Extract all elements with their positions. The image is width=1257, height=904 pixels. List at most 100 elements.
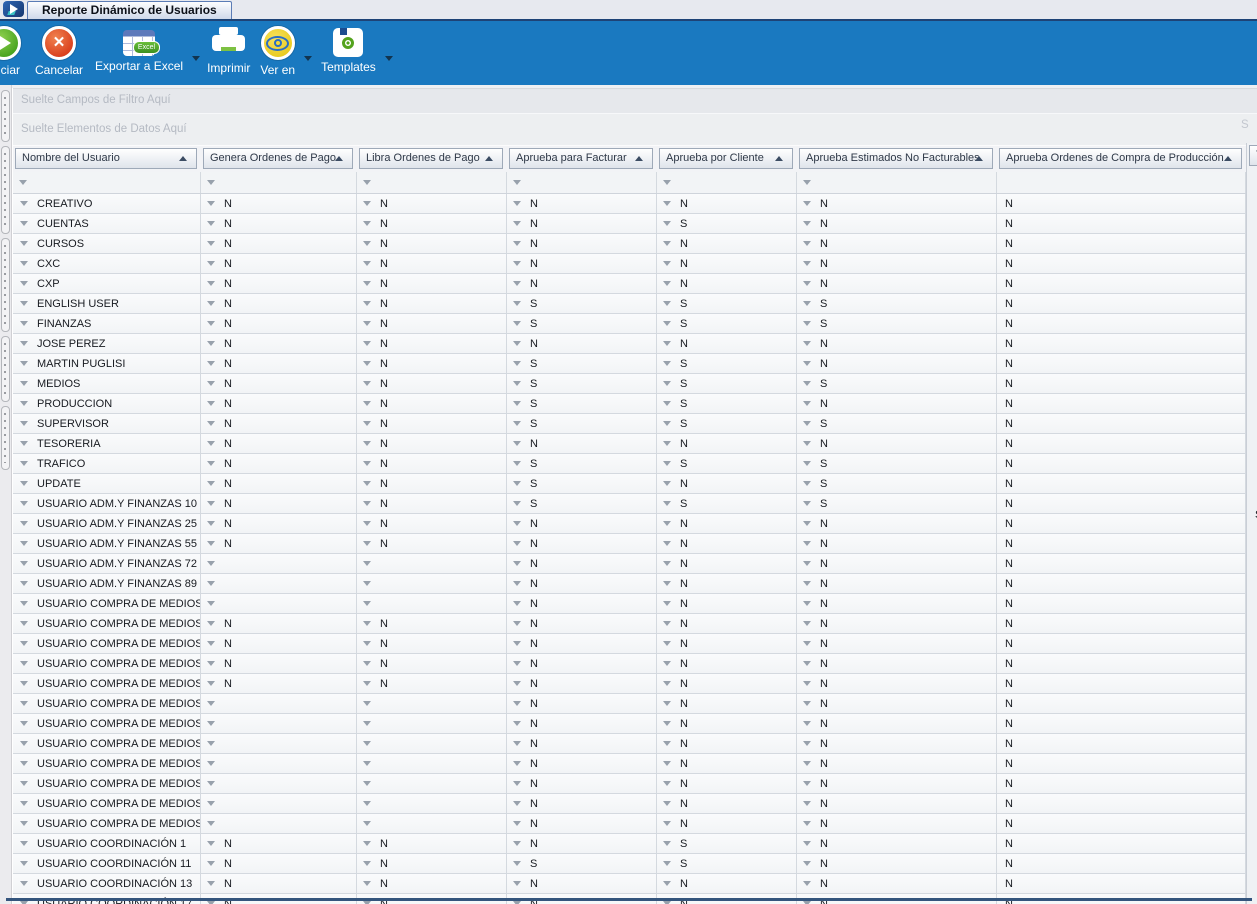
table-row[interactable]: USUARIO COMPRA DE MEDIOS 61NNNNNN <box>13 674 1257 694</box>
cell-dropdown-icon[interactable] <box>803 621 811 626</box>
cell-dropdown-icon[interactable] <box>363 541 371 546</box>
cell-dropdown-icon[interactable] <box>363 381 371 386</box>
column-header-genera-ordenes-de-pago[interactable]: Genera Ordenes de Pago <box>203 148 353 169</box>
collapsed-panel-tab[interactable] <box>1 336 10 402</box>
cell-dropdown-icon[interactable] <box>207 661 215 666</box>
cell-dropdown-icon[interactable] <box>803 781 811 786</box>
table-row[interactable]: USUARIO COMPRA DE MEDIOS 87NNNN <box>13 734 1257 754</box>
cell-dropdown-icon[interactable] <box>363 401 371 406</box>
cell-dropdown-icon[interactable] <box>207 261 215 266</box>
cell-dropdown-icon[interactable] <box>207 601 215 606</box>
cell-dropdown-icon[interactable] <box>803 561 811 566</box>
table-row[interactable]: TRAFICONNSSSN <box>13 454 1257 474</box>
cell-dropdown-icon[interactable] <box>207 481 215 486</box>
cell-dropdown-icon[interactable] <box>513 241 521 246</box>
cell-dropdown-icon[interactable] <box>20 721 28 726</box>
cell-dropdown-icon[interactable] <box>20 601 28 606</box>
collapsed-panel-tab[interactable] <box>1 238 10 332</box>
cell-dropdown-icon[interactable] <box>803 701 811 706</box>
cell-dropdown-icon[interactable] <box>803 361 811 366</box>
table-row[interactable]: CXCNNNNNN <box>13 254 1257 274</box>
cell-dropdown-icon[interactable] <box>363 481 371 486</box>
cell-dropdown-icon[interactable] <box>663 881 671 886</box>
cell-dropdown-icon[interactable] <box>513 761 521 766</box>
cell-dropdown-icon[interactable] <box>20 701 28 706</box>
cell-dropdown-icon[interactable] <box>513 341 521 346</box>
cell-dropdown-icon[interactable] <box>663 581 671 586</box>
cell-dropdown-icon[interactable] <box>20 541 28 546</box>
cell-dropdown-icon[interactable] <box>513 481 521 486</box>
cell-dropdown-icon[interactable] <box>207 401 215 406</box>
cell-dropdown-icon[interactable] <box>363 221 371 226</box>
cell-dropdown-icon[interactable] <box>20 201 28 206</box>
column-header-aprueba-por-cliente[interactable]: Aprueba por Cliente <box>659 148 793 169</box>
templates-button[interactable]: Templates <box>318 26 379 74</box>
cell-dropdown-icon[interactable] <box>207 581 215 586</box>
cell-dropdown-icon[interactable] <box>803 641 811 646</box>
exportar-a-excel-button[interactable]: Exportar a Excel <box>92 26 186 73</box>
cell-dropdown-icon[interactable] <box>20 661 28 666</box>
table-row[interactable]: USUARIO COORDINACIÓN 11NNSSNN <box>13 854 1257 874</box>
table-row[interactable]: USUARIO COORDINACIÓN 13NNNNNN <box>13 874 1257 894</box>
cell-dropdown-icon[interactable] <box>20 581 28 586</box>
cell-dropdown-icon[interactable] <box>20 781 28 786</box>
filter-dropdown-icon[interactable] <box>19 180 27 185</box>
iniciar-button[interactable]: Iniciar <box>0 26 24 77</box>
table-row[interactable]: CURSOSNNNNNN <box>13 234 1257 254</box>
table-row[interactable]: USUARIO COMPRA DE MEDIOS 31NNNNNN <box>13 614 1257 634</box>
cell-dropdown-icon[interactable] <box>513 561 521 566</box>
cell-dropdown-icon[interactable] <box>363 801 371 806</box>
table-row[interactable]: USUARIO COMPRA DE MEDIOS 91NNNN <box>13 774 1257 794</box>
cell-dropdown-icon[interactable] <box>363 301 371 306</box>
cell-dropdown-icon[interactable] <box>207 781 215 786</box>
cell-dropdown-icon[interactable] <box>207 441 215 446</box>
column-header-aprueba-para-facturar[interactable]: Aprueba para Facturar <box>509 148 653 169</box>
column-header-nombre-del-usuario[interactable]: Nombre del Usuario <box>15 148 197 169</box>
cell-dropdown-icon[interactable] <box>803 581 811 586</box>
cell-dropdown-icon[interactable] <box>20 281 28 286</box>
cell-dropdown-icon[interactable] <box>663 801 671 806</box>
column-header-aprueba-estimados-no-facturables[interactable]: Aprueba Estimados No Facturables <box>799 148 993 169</box>
table-row[interactable]: FINANZASNNSSSN <box>13 314 1257 334</box>
cell-dropdown-icon[interactable] <box>363 601 371 606</box>
cell-dropdown-icon[interactable] <box>513 721 521 726</box>
cell-dropdown-icon[interactable] <box>663 621 671 626</box>
table-row[interactable]: USUARIO ADM.Y FINANZAS 89NNNN <box>13 574 1257 594</box>
cell-dropdown-icon[interactable] <box>513 681 521 686</box>
cell-dropdown-icon[interactable] <box>513 601 521 606</box>
cell-dropdown-icon[interactable] <box>207 201 215 206</box>
cell-dropdown-icon[interactable] <box>663 321 671 326</box>
table-row[interactable]: JOSE PEREZNNNNNN <box>13 334 1257 354</box>
table-row[interactable]: USUARIO COMPRA DE MEDIOS 88NNNN <box>13 754 1257 774</box>
cell-dropdown-icon[interactable] <box>513 201 521 206</box>
cell-dropdown-icon[interactable] <box>803 541 811 546</box>
cell-dropdown-icon[interactable] <box>513 301 521 306</box>
cell-dropdown-icon[interactable] <box>207 741 215 746</box>
cell-dropdown-icon[interactable] <box>363 201 371 206</box>
cell-dropdown-icon[interactable] <box>207 281 215 286</box>
cell-dropdown-icon[interactable] <box>363 681 371 686</box>
cell-dropdown-icon[interactable] <box>803 221 811 226</box>
table-row[interactable]: USUARIO COMPRA DE MEDIOS 86NNNN <box>13 714 1257 734</box>
cell-dropdown-icon[interactable] <box>663 701 671 706</box>
cell-dropdown-icon[interactable] <box>663 381 671 386</box>
cell-dropdown-icon[interactable] <box>207 721 215 726</box>
table-row[interactable]: PRODUCCIONNNSSNN <box>13 394 1257 414</box>
cell-dropdown-icon[interactable] <box>803 401 811 406</box>
cell-dropdown-icon[interactable] <box>20 321 28 326</box>
cell-dropdown-icon[interactable] <box>207 641 215 646</box>
cell-dropdown-icon[interactable] <box>663 521 671 526</box>
cell-dropdown-icon[interactable] <box>803 341 811 346</box>
cell-dropdown-icon[interactable] <box>513 221 521 226</box>
cell-dropdown-icon[interactable] <box>803 441 811 446</box>
cell-dropdown-icon[interactable] <box>513 861 521 866</box>
cell-dropdown-icon[interactable] <box>207 421 215 426</box>
dropdown-arrow-icon[interactable] <box>304 56 312 61</box>
cell-dropdown-icon[interactable] <box>663 541 671 546</box>
cell-dropdown-icon[interactable] <box>207 861 215 866</box>
cell-dropdown-icon[interactable] <box>803 461 811 466</box>
table-row[interactable]: MARTIN PUGLISINNSSNN <box>13 354 1257 374</box>
cell-dropdown-icon[interactable] <box>803 201 811 206</box>
table-row[interactable]: USUARIO ADM.Y FINANZAS 10NNSSSN <box>13 494 1257 514</box>
cell-dropdown-icon[interactable] <box>20 821 28 826</box>
